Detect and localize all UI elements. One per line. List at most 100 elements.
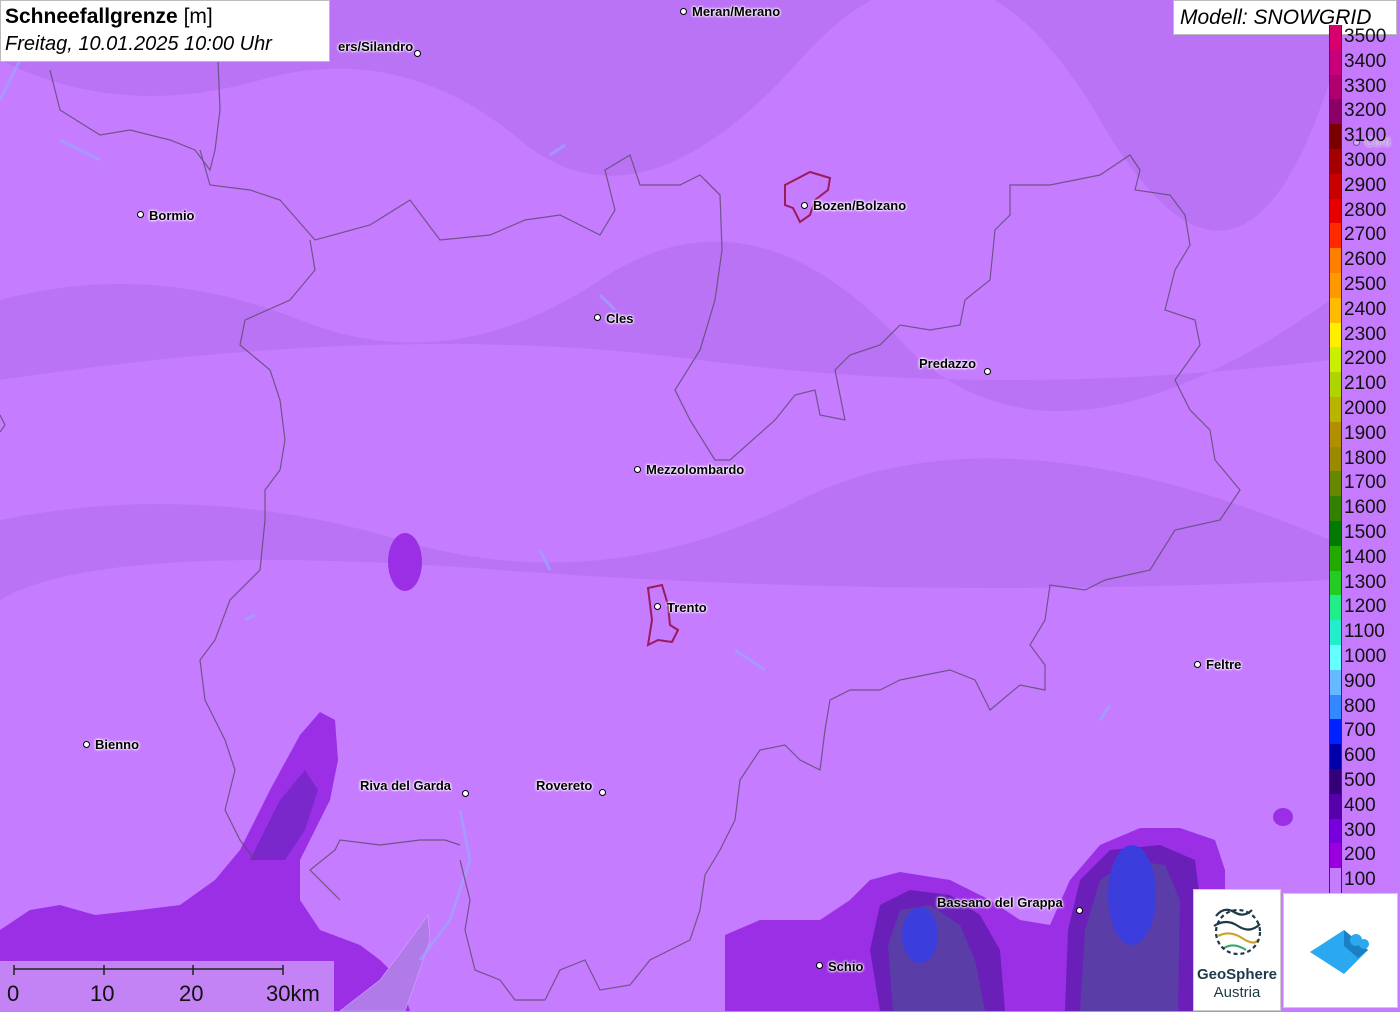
legend-label: 3000 [1344,150,1387,171]
legend-row: 500 [1329,769,1400,794]
legend-swatch [1329,843,1342,869]
map-title-unit: [m] [177,5,213,28]
legend-swatch [1329,694,1342,720]
scale-bar-line [13,965,284,975]
city-dot [462,790,469,797]
city-label-bolzano: Bozen/Bolzano [813,198,907,213]
legend-label: 2900 [1344,174,1387,196]
legend-swatch [1329,248,1342,273]
city-dot [801,202,808,209]
legend-row: 2900 [1329,173,1400,199]
legend-row: 3400 [1329,49,1400,75]
geosphere-emblem-icon [1213,908,1262,956]
city-label-rovereto: Rovereto [536,778,593,793]
legend-row: 2300 [1329,322,1400,348]
legend-label: 2300 [1344,323,1387,345]
legend-swatch [1329,297,1342,323]
legend-swatch [1329,719,1342,745]
legend-row: 1800 [1329,446,1400,472]
geosphere-logo-line2: Austria [1213,984,1261,1001]
legend-swatch [1329,595,1342,621]
city-dot [414,50,421,57]
legend-label: 1900 [1344,422,1387,444]
legend-swatch [1329,223,1342,249]
legend-row: 1400 [1329,545,1400,571]
legend-label: 3200 [1344,100,1387,122]
map-canvas[interactable] [0,0,1400,1011]
legend-label: 3500 [1344,26,1387,47]
legend-swatch [1329,818,1342,844]
legend-swatch [1329,620,1342,645]
geosphere-logo-line1: GeoSphere [1196,966,1278,983]
geosphere-logo[interactable]: GeoSphere Austria [1193,889,1281,1011]
city-label-mezzolombardo: Mezzolombardo [646,462,745,477]
scale-label-20: 20 [179,981,204,1006]
legend-label: 2800 [1344,199,1387,221]
legend-row: 600 [1329,744,1400,769]
legend-swatch [1329,74,1342,100]
legend-swatch [1329,124,1342,149]
legend-swatch [1329,521,1342,546]
city-dot [654,603,661,610]
legend-label: 700 [1344,720,1376,742]
legend-row: 3500 [1329,25,1400,50]
map-title-box: Schneefallgrenze [m] Freitag, 10.01.2025… [0,0,330,62]
city-label-feltre: Feltre [1206,657,1242,672]
legend-swatch [1329,49,1342,75]
legend-swatch [1329,198,1342,224]
legend-label: 3300 [1344,75,1387,97]
legend-label: 300 [1344,819,1376,841]
app-logo[interactable] [1283,893,1398,1008]
scale-label-0: 0 [7,981,20,1006]
legend-swatch [1329,99,1342,125]
city-dot [634,466,641,473]
scale-label-30km: 30km [266,981,320,1006]
legend-row: 1100 [1329,620,1400,645]
legend-row: 400 [1329,793,1400,819]
city-dot [599,789,606,796]
city-label-bassano: Bassano del Grappa [937,895,1063,910]
legend-label: 3400 [1344,50,1387,72]
legend-label: 1000 [1344,646,1387,667]
legend-row: 1300 [1329,570,1400,596]
city-label-trento: Trento [667,600,707,615]
legend-label: 1100 [1344,621,1385,643]
legend-row: 2100 [1329,372,1400,397]
blue-core-b [1108,845,1156,945]
legend-swatch [1329,496,1342,521]
city-dot [83,741,90,748]
city-label-riva-del-garda: Riva del Garda [360,778,452,793]
scale-label-10: 10 [90,981,115,1006]
legend-swatch [1329,868,1342,893]
city-label-meran: Meran/Merano [692,4,781,19]
legend-row: 300 [1329,818,1400,844]
legend-swatch [1329,669,1342,695]
legend-label: 100 [1344,869,1376,891]
scale-bar: 0 10 20 30km [0,961,334,1011]
legend-label: 800 [1344,695,1376,717]
legend-row: 800 [1329,694,1400,720]
legend-label: 1600 [1344,497,1387,519]
legend-label: 1400 [1344,546,1387,568]
legend-swatch [1329,149,1342,174]
legend-label: 1800 [1344,447,1387,469]
legend-swatch [1329,397,1342,422]
legend-row: 2000 [1329,397,1400,422]
legend-swatch [1329,545,1342,571]
city-label-bienno: Bienno [95,737,140,752]
legend-swatch [1329,471,1342,497]
legend-row: 900 [1329,669,1400,695]
legend-swatch [1329,744,1342,769]
legend-swatch [1329,793,1342,819]
city-dot [1194,661,1201,668]
city-dot [816,962,823,969]
legend-row: 3100 [1329,124,1400,149]
city-label-schio: Schio [828,959,864,974]
legend-label: 1500 [1344,522,1387,543]
low-snowline-patch-east [1273,808,1293,826]
legend-row: 3300 [1329,74,1400,100]
legend-label: 2200 [1344,348,1387,370]
legend-row: 200 [1329,843,1400,869]
legend-label: 3100 [1344,125,1387,147]
legend-row: 2200 [1329,347,1400,373]
